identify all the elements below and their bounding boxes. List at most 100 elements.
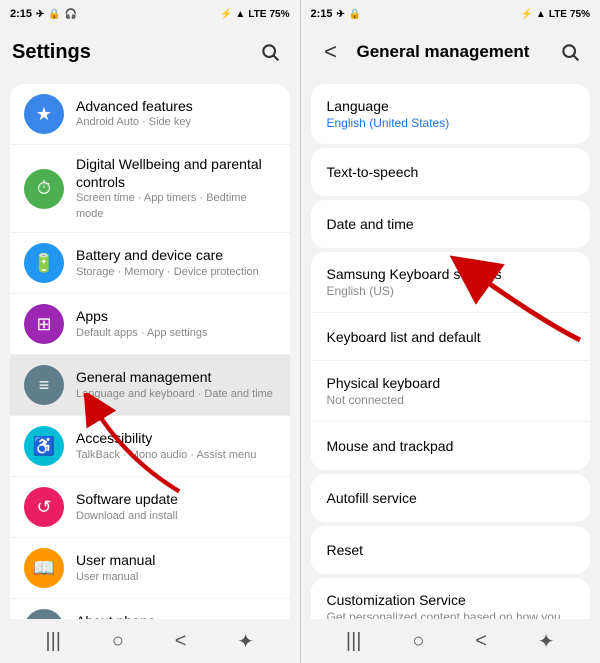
physical-keyboard-title: Physical keyboard	[327, 375, 575, 391]
settings-item-software-update[interactable]: ↺ Software update Download and install	[10, 477, 290, 538]
digital-wellbeing-icon: ⏱	[24, 169, 64, 209]
rp-item-customization[interactable]: Customization Service Get personalized c…	[311, 578, 591, 619]
telegram-icon: ✈	[36, 9, 44, 20]
samsung-keyboard-subtitle: English (US)	[327, 284, 575, 298]
right-nav-back[interactable]: <	[461, 624, 501, 659]
left-nav-menu[interactable]: |||	[31, 624, 75, 659]
left-nav-extra[interactable]: ✦	[223, 623, 268, 660]
left-bottom-nav: ||| ○ < ✦	[0, 619, 300, 663]
apps-title: Apps	[76, 307, 276, 325]
left-panel-title: Settings	[12, 41, 244, 64]
left-nav-back[interactable]: <	[161, 624, 201, 659]
right-nav-extra[interactable]: ✦	[524, 623, 569, 660]
vpn-icon: 🔒	[48, 9, 60, 20]
rp-group-language: Language English (United States)	[311, 84, 591, 144]
about-phone-icon: ℹ	[24, 609, 64, 619]
accessibility-icon: ♿	[24, 426, 64, 466]
advanced-features-title: Advanced features	[76, 97, 276, 115]
autofill-title: Autofill service	[327, 490, 575, 506]
left-nav-home[interactable]: ○	[98, 624, 138, 659]
right-time: 2:15	[311, 8, 333, 20]
right-nav-home[interactable]: ○	[398, 624, 438, 659]
rp-item-autofill[interactable]: Autofill service	[311, 474, 591, 522]
digital-wellbeing-subtitle: Screen time · App timers · Bedtime mode	[76, 191, 276, 222]
language-subtitle: English (United States)	[327, 116, 575, 130]
left-settings-group: ★ Advanced features Android Auto · Side …	[10, 84, 290, 619]
rp-group-customization: Customization Service Get personalized c…	[311, 578, 591, 619]
right-nav-menu[interactable]: |||	[332, 624, 376, 659]
left-status-bar: 2:15 ✈ 🔒 🎧 ⚡ ▲ LTE 75%	[0, 0, 300, 28]
rp-item-physical-keyboard[interactable]: Physical keyboard Not connected	[311, 361, 591, 422]
rp-group-reset: Reset	[311, 526, 591, 574]
rp-item-datetime[interactable]: Date and time	[311, 200, 591, 248]
right-wifi-icon: ▲	[536, 9, 546, 20]
advanced-features-icon: ★	[24, 94, 64, 134]
user-manual-icon: 📖	[24, 548, 64, 588]
settings-item-battery[interactable]: 🔋 Battery and device care Storage · Memo…	[10, 233, 290, 294]
right-vpn-icon: 🔒	[349, 9, 361, 20]
right-bluetooth-icon: ⚡	[520, 9, 532, 20]
right-panel-title: General management	[357, 42, 545, 62]
rp-item-tts[interactable]: Text-to-speech	[311, 148, 591, 196]
software-update-icon: ↺	[24, 487, 64, 527]
customization-title: Customization Service	[327, 592, 575, 608]
left-search-button[interactable]	[252, 34, 288, 70]
datetime-title: Date and time	[327, 216, 575, 232]
right-bottom-nav: ||| ○ < ✦	[301, 619, 600, 663]
samsung-keyboard-title: Samsung Keyboard settings	[327, 266, 575, 282]
customization-subtitle: Get personalized content based on how yo…	[327, 610, 575, 619]
right-top-bar: < General management	[301, 28, 600, 76]
settings-item-accessibility[interactable]: ♿ Accessibility TalkBack · Mono audio · …	[10, 416, 290, 477]
bluetooth-icon: ⚡	[220, 9, 232, 20]
keyboard-list-title: Keyboard list and default	[327, 329, 575, 345]
rp-item-language[interactable]: Language English (United States)	[311, 84, 591, 144]
accessibility-subtitle: TalkBack · Mono audio · Assist menu	[76, 448, 276, 463]
headset-icon: 🎧	[65, 9, 77, 20]
settings-item-digital-wellbeing[interactable]: ⏱ Digital Wellbeing and parental control…	[10, 145, 290, 233]
rp-item-reset[interactable]: Reset	[311, 526, 591, 574]
settings-item-apps[interactable]: ⊞ Apps Default apps · App settings	[10, 294, 290, 355]
settings-item-advanced-features[interactable]: ★ Advanced features Android Auto · Side …	[10, 84, 290, 145]
general-management-icon: ≡	[24, 365, 64, 405]
accessibility-title: Accessibility	[76, 429, 276, 447]
advanced-features-subtitle: Android Auto · Side key	[76, 115, 276, 130]
about-phone-title: About phone	[76, 612, 276, 619]
reset-title: Reset	[327, 542, 575, 558]
back-button[interactable]: <	[313, 34, 349, 70]
left-battery: 75%	[269, 9, 289, 20]
rp-group-tts: Text-to-speech	[311, 148, 591, 196]
software-update-subtitle: Download and install	[76, 509, 276, 524]
right-status-bar: 2:15 ✈ 🔒 ⚡ ▲ LTE 75%	[301, 0, 600, 28]
rp-item-samsung-keyboard[interactable]: Samsung Keyboard settings English (US)	[311, 252, 591, 313]
battery-title: Battery and device care	[76, 246, 276, 264]
lte-icon: LTE	[248, 9, 266, 20]
rp-item-keyboard-list[interactable]: Keyboard list and default	[311, 313, 591, 361]
rp-group-datetime: Date and time	[311, 200, 591, 248]
battery-icon: 🔋	[24, 243, 64, 283]
left-time: 2:15	[10, 8, 32, 20]
tts-title: Text-to-speech	[327, 164, 575, 180]
right-telegram-icon: ✈	[337, 9, 345, 20]
settings-item-general-management[interactable]: ≡ General management Language and keyboa…	[10, 355, 290, 416]
left-settings-list: ★ Advanced features Android Auto · Side …	[0, 76, 300, 619]
user-manual-title: User manual	[76, 551, 276, 569]
settings-item-user-manual[interactable]: 📖 User manual User manual	[10, 538, 290, 599]
digital-wellbeing-title: Digital Wellbeing and parental controls	[76, 155, 276, 191]
language-title: Language	[327, 98, 575, 114]
right-search-button[interactable]	[552, 34, 588, 70]
rp-item-mouse-trackpad[interactable]: Mouse and trackpad	[311, 422, 591, 470]
rp-group-autofill: Autofill service	[311, 474, 591, 522]
wifi-icon: ▲	[235, 9, 245, 20]
left-top-bar: Settings	[0, 28, 300, 76]
general-management-title: General management	[76, 368, 276, 386]
right-panel-list: Language English (United States) Text-to…	[301, 76, 600, 619]
settings-item-about-phone[interactable]: ℹ About phone Status · Legal information…	[10, 599, 290, 619]
user-manual-subtitle: User manual	[76, 570, 276, 585]
right-lte-icon: LTE	[549, 9, 567, 20]
rp-group-keyboard: Samsung Keyboard settings English (US) K…	[311, 252, 591, 470]
apps-icon: ⊞	[24, 304, 64, 344]
apps-subtitle: Default apps · App settings	[76, 326, 276, 341]
right-battery: 75%	[570, 9, 590, 20]
general-management-subtitle: Language and keyboard · Date and time	[76, 387, 276, 402]
battery-subtitle: Storage · Memory · Device protection	[76, 265, 276, 280]
